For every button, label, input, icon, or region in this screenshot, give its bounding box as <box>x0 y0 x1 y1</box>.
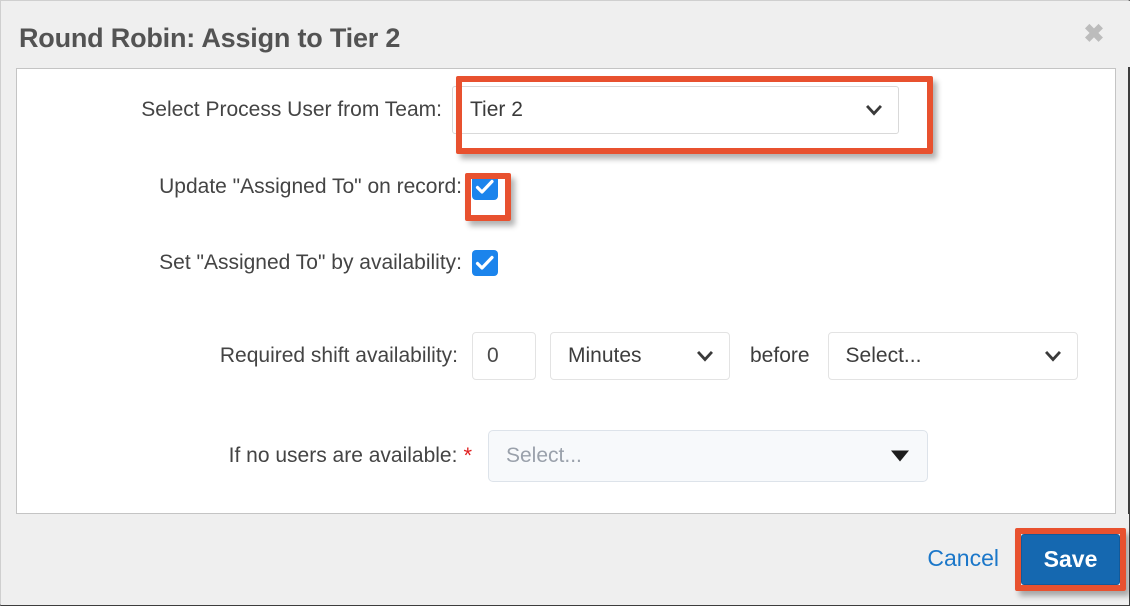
label-before: before <box>750 344 810 367</box>
label-set-by-availability: Set "Assigned To" by availability: <box>159 251 462 274</box>
close-icon[interactable]: ✖ <box>1081 22 1107 48</box>
chevron-down-icon <box>696 347 714 365</box>
label-update-assigned: Update "Assigned To" on record: <box>159 175 462 198</box>
shift-unit-value: Minutes <box>568 344 642 367</box>
round-robin-modal: Round Robin: Assign to Tier 2 ✖ Select P… <box>0 0 1130 606</box>
modal-header: Round Robin: Assign to Tier 2 ✖ <box>1 1 1130 67</box>
label-no-users-available: If no users are available: * <box>17 444 472 468</box>
label-required-shift: Required shift availability: <box>219 344 458 367</box>
row-select-team: Select Process User from Team: Tier 2 <box>17 86 1115 134</box>
required-marker: * <box>463 443 472 468</box>
save-button[interactable]: Save <box>1021 534 1120 585</box>
page-title: Round Robin: Assign to Tier 2 <box>19 23 401 53</box>
chevron-down-icon <box>1044 347 1062 365</box>
no-users-select[interactable]: Select... <box>488 430 928 482</box>
row-no-users-available: If no users are available: * Select... <box>17 430 1115 482</box>
no-users-placeholder: Select... <box>506 444 582 467</box>
chevron-down-icon <box>865 101 883 119</box>
caret-down-icon <box>891 450 909 462</box>
modal-body-panel: Select Process User from Team: Tier 2 Up… <box>16 68 1116 514</box>
cancel-button[interactable]: Cancel <box>927 545 999 572</box>
checkbox-update-assigned[interactable] <box>472 174 498 200</box>
label-select-team: Select Process User from Team: <box>141 98 442 121</box>
shift-reference-select[interactable]: Select... <box>827 332 1078 380</box>
shift-amount-input[interactable] <box>472 332 536 380</box>
row-set-by-availability: Set "Assigned To" by availability: <box>17 250 1115 276</box>
row-update-assigned: Update "Assigned To" on record: <box>17 174 1115 200</box>
modal-footer: Cancel <box>1 514 1129 605</box>
label-no-users-text: If no users are available: <box>228 444 458 467</box>
shift-reference-value: Select... <box>845 344 922 367</box>
select-process-user-team[interactable]: Tier 2 <box>452 86 899 134</box>
select-team-value: Tier 2 <box>470 98 523 121</box>
shift-unit-select[interactable]: Minutes <box>550 332 730 380</box>
row-required-shift: Required shift availability: Minutes bef… <box>17 332 1115 380</box>
checkbox-set-by-availability[interactable] <box>472 250 498 276</box>
